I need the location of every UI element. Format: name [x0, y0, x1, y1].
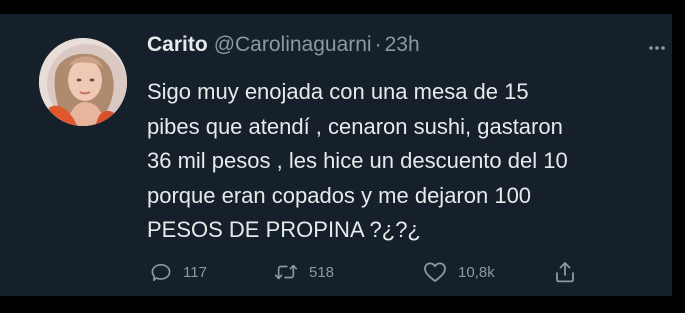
like-count: 10,8k: [458, 263, 495, 281]
tweet-line: Sigo muy enojada con una mesa de 15: [147, 79, 529, 104]
tweet-text: Sigo muy enojada con una mesa de 15 pibe…: [147, 75, 672, 248]
action-bar: 117 518 10,8k: [150, 258, 670, 286]
tweet-time[interactable]: 23h: [385, 33, 420, 57]
reply-icon: [150, 261, 172, 283]
heart-icon: [423, 261, 447, 283]
like-button[interactable]: 10,8k: [423, 258, 495, 286]
tweet-line: 36 mil pesos , les hice un descuento del…: [147, 148, 568, 173]
share-icon: [554, 260, 576, 284]
tweet-line: porque eran copados y me dejaron 100: [147, 182, 532, 208]
screenshot-frame: Carito @Carolinaguarni · 23h Sigo muy en…: [0, 0, 685, 313]
tweet-line: pibes que atendí , cenaron sushi, gastar…: [147, 113, 563, 139]
author-handle[interactable]: @Carolinaguarni: [214, 33, 372, 57]
reply-count: 117: [183, 263, 207, 281]
tweet-line: PESOS DE PROPINA ?¿?¿: [147, 217, 421, 242]
share-button[interactable]: [554, 258, 576, 286]
reply-button[interactable]: 117: [150, 258, 207, 286]
more-options-icon[interactable]: [647, 38, 667, 58]
retweet-count: 518: [309, 263, 335, 281]
retweet-icon: [274, 261, 298, 283]
tweet-header: Carito @Carolinaguarni · 23h: [147, 33, 420, 63]
separator-dot: ·: [374, 33, 382, 56]
tweet-card[interactable]: Carito @Carolinaguarni · 23h Sigo muy en…: [0, 14, 672, 296]
retweet-button[interactable]: 518: [274, 258, 334, 286]
author-name[interactable]: Carito: [147, 33, 208, 57]
avatar[interactable]: [39, 38, 127, 126]
